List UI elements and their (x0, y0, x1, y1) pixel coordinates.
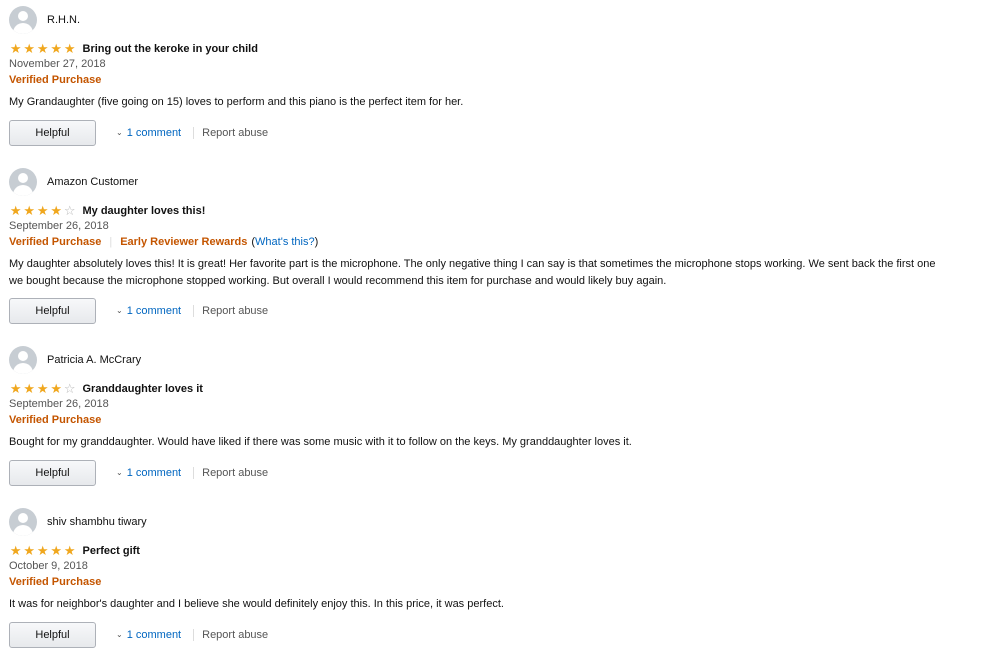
reviewer-name[interactable]: Amazon Customer (47, 176, 138, 188)
star-empty-icon: ☆ (63, 381, 76, 396)
star-filled-icon: ★ (23, 381, 36, 396)
verified-purchase-badge: Verified Purchase (9, 576, 102, 588)
star-filled-icon: ★ (36, 543, 49, 558)
verified-purchase-badge: Verified Purchase (9, 236, 102, 248)
comment-toggle[interactable]: ⌄ 1 comment (116, 305, 181, 317)
reviewer-name[interactable]: shiv shambhu tiwary (47, 516, 147, 528)
star-filled-icon: ★ (36, 41, 49, 56)
review-title[interactable]: Bring out the keroke in your child (83, 43, 258, 55)
star-filled-icon: ★ (50, 203, 63, 218)
star-filled-icon: ★ (23, 41, 36, 56)
helpful-button[interactable]: Helpful (9, 120, 96, 146)
reviewer-profile[interactable]: Amazon Customer (9, 168, 138, 196)
star-filled-icon: ★ (23, 543, 36, 558)
helpful-button[interactable]: Helpful (9, 622, 96, 648)
star-rating[interactable]: ★ ★ ★ ★ ★ (9, 42, 77, 56)
whats-this-wrapper: (What's this?) (251, 236, 319, 248)
report-abuse-link[interactable]: Report abuse (202, 127, 268, 139)
comment-count[interactable]: 1 comment (127, 629, 181, 641)
verified-purchase-badge: Verified Purchase (9, 414, 102, 426)
review-title[interactable]: My daughter loves this! (83, 205, 206, 217)
chevron-down-icon: ⌄ (116, 629, 123, 639)
user-avatar-icon (9, 168, 37, 196)
whats-this-link[interactable]: What's this? (255, 236, 315, 248)
report-abuse-link[interactable]: Report abuse (202, 305, 268, 317)
review-text: It was for neighbor's daughter and I bel… (9, 598, 504, 610)
star-filled-icon: ★ (9, 381, 22, 396)
review-date: November 27, 2018 (9, 58, 106, 70)
helpful-button[interactable]: Helpful (9, 460, 96, 486)
divider: | (109, 236, 113, 248)
helpful-button[interactable]: Helpful (9, 298, 96, 324)
star-rating[interactable]: ★ ★ ★ ★ ☆ (9, 204, 77, 218)
star-filled-icon: ★ (9, 543, 22, 558)
star-filled-icon: ★ (63, 543, 76, 558)
review-text: Bought for my granddaughter. Would have … (9, 436, 632, 448)
user-avatar-icon (9, 508, 37, 536)
report-abuse-link[interactable]: Report abuse (202, 629, 268, 641)
review-title[interactable]: Granddaughter loves it (83, 383, 203, 395)
reviewer-profile[interactable]: R.H.N. (9, 6, 80, 34)
comment-toggle[interactable]: ⌄ 1 comment (116, 467, 181, 479)
reviewer-name[interactable]: Patricia A. McCrary (47, 354, 141, 366)
star-empty-icon: ☆ (63, 203, 76, 218)
reviewer-profile[interactable]: Patricia A. McCrary (9, 346, 141, 374)
star-filled-icon: ★ (50, 41, 63, 56)
review-date: October 9, 2018 (9, 560, 88, 572)
star-filled-icon: ★ (23, 203, 36, 218)
divider (193, 127, 195, 139)
divider (193, 629, 195, 641)
comment-count[interactable]: 1 comment (127, 127, 181, 139)
star-filled-icon: ★ (9, 41, 22, 56)
user-avatar-icon (9, 346, 37, 374)
comment-count[interactable]: 1 comment (127, 467, 181, 479)
divider (193, 305, 195, 317)
review-text: My Grandaughter (five going on 15) loves… (9, 96, 464, 108)
chevron-down-icon: ⌄ (116, 127, 123, 137)
reviewer-name[interactable]: R.H.N. (47, 14, 80, 26)
comment-toggle[interactable]: ⌄ 1 comment (116, 127, 181, 139)
star-rating[interactable]: ★ ★ ★ ★ ★ (9, 544, 77, 558)
user-avatar-icon (9, 6, 37, 34)
verified-purchase-badge: Verified Purchase (9, 74, 102, 86)
review-date: September 26, 2018 (9, 220, 109, 232)
review-text: My daughter absolutely loves this! It is… (9, 258, 936, 287)
review-date: September 26, 2018 (9, 398, 109, 410)
star-rating[interactable]: ★ ★ ★ ★ ☆ (9, 382, 77, 396)
star-filled-icon: ★ (63, 41, 76, 56)
star-filled-icon: ★ (36, 203, 49, 218)
chevron-down-icon: ⌄ (116, 467, 123, 477)
reviewer-profile[interactable]: shiv shambhu tiwary (9, 508, 147, 536)
report-abuse-link[interactable]: Report abuse (202, 467, 268, 479)
review-title[interactable]: Perfect gift (83, 545, 140, 557)
chevron-down-icon: ⌄ (116, 305, 123, 315)
divider (193, 467, 195, 479)
star-filled-icon: ★ (9, 203, 22, 218)
star-filled-icon: ★ (50, 381, 63, 396)
comment-count[interactable]: 1 comment (127, 305, 181, 317)
star-filled-icon: ★ (36, 381, 49, 396)
early-reviewer-badge: Early Reviewer Rewards (120, 236, 248, 248)
star-filled-icon: ★ (50, 543, 63, 558)
comment-toggle[interactable]: ⌄ 1 comment (116, 629, 181, 641)
